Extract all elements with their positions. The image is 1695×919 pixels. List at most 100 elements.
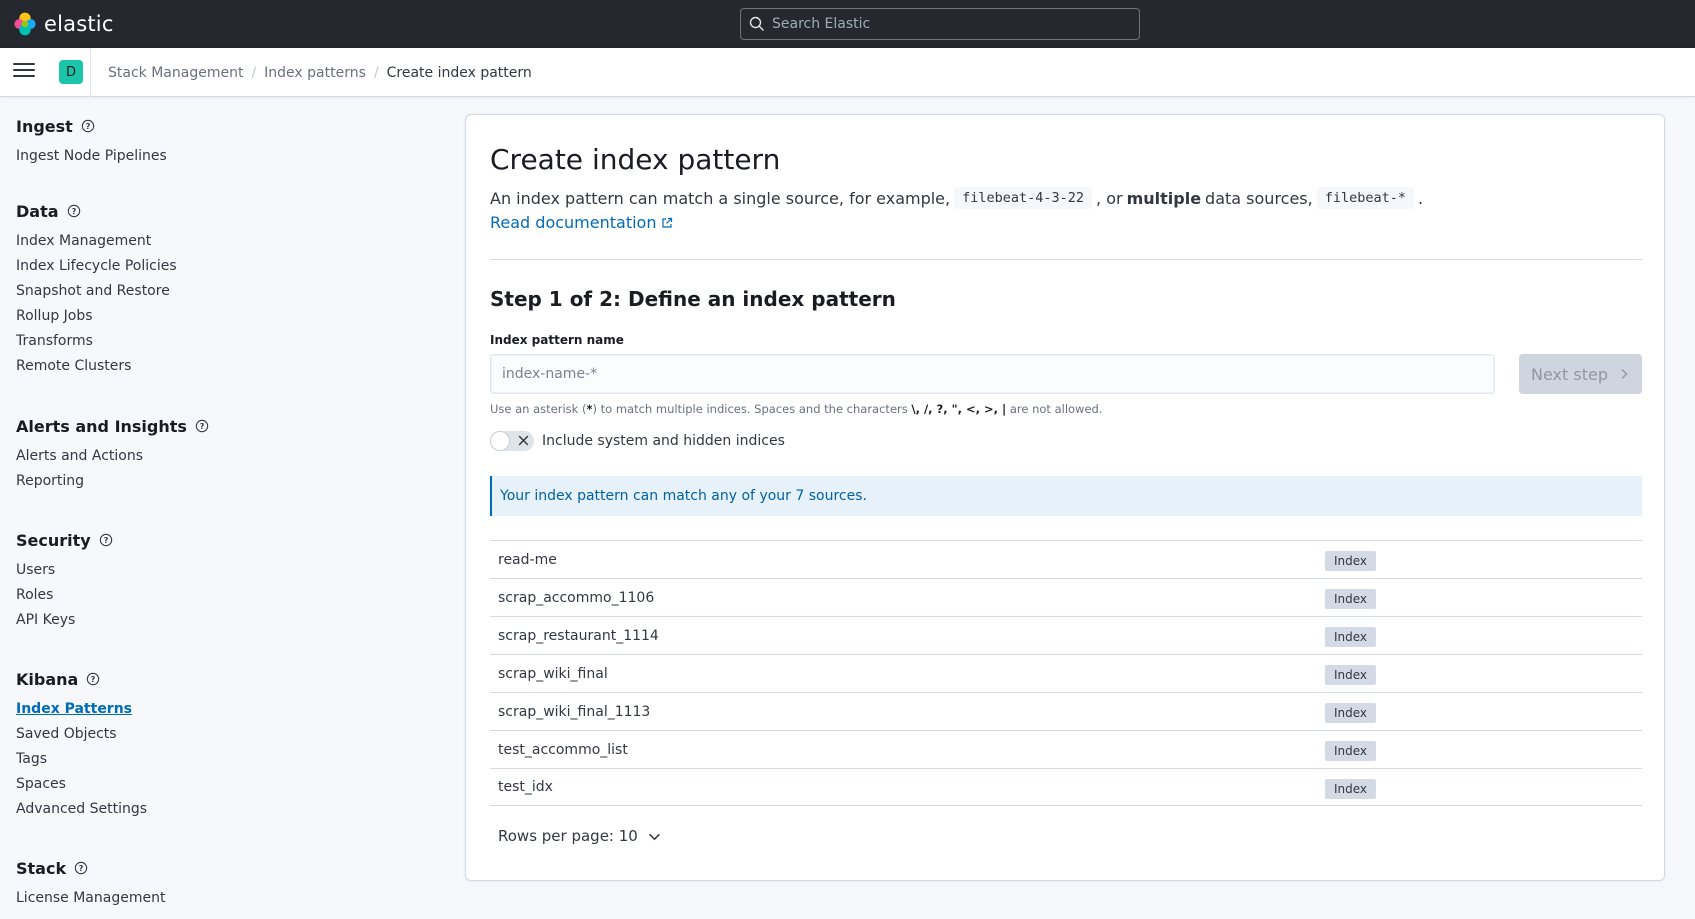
index-badge: Index [1325,627,1377,647]
next-step-button[interactable]: Next step [1519,354,1642,394]
sidebar-item-rollup-jobs[interactable]: Rollup Jobs [16,304,177,329]
nav-group-alerts: Alerts and Insights? Alerts and Actions … [16,415,209,494]
source-name: read-me [498,551,557,568]
global-search[interactable] [740,8,1140,40]
source-name: scrap_accommo_1106 [498,589,655,606]
sidebar-item-advanced-settings[interactable]: Advanced Settings [16,797,147,822]
sidebar-item-transforms[interactable]: Transforms [16,329,177,354]
breadcrumb: Stack Management / Index patterns / Crea… [108,48,532,97]
table-row: test_accommo_list Index [490,730,1642,768]
index-badge: Index [1325,741,1377,761]
toggle-label: Include system and hidden indices [542,433,785,449]
help-icon[interactable]: ? [67,204,81,218]
help-text: ) to match multiple indices. Spaces and … [592,402,908,416]
nav-group-title: Alerts and Insights [16,416,187,436]
help-icon[interactable]: ? [86,672,100,686]
help-text: are not allowed. [1009,402,1103,416]
sidebar-item-snapshot-restore[interactable]: Snapshot and Restore [16,279,177,304]
menu-toggle-icon[interactable] [13,63,35,81]
help-icon[interactable]: ? [81,119,95,133]
table-row: test_idx Index [490,768,1642,806]
sidebar-item-reporting[interactable]: Reporting [16,469,209,494]
sidebar-item-license-management[interactable]: License Management [16,886,165,911]
search-icon [749,16,764,31]
desc-text: , or [1096,188,1123,208]
source-name: scrap_wiki_final_1113 [498,703,651,720]
index-badge: Index [1325,589,1377,609]
desc-text: An index pattern can match a single sour… [490,188,951,208]
top-header: elastic [0,0,1695,48]
doc-link-label: Read documentation [490,213,657,232]
svg-text:?: ? [200,422,205,431]
sidebar-item-api-keys[interactable]: API Keys [16,608,113,633]
sidebar-item-tags[interactable]: Tags [16,747,147,772]
switch-knob [490,431,510,451]
sidebar-item-index-management[interactable]: Index Management [16,229,177,254]
sidebar-item-index-patterns[interactable]: Index Patterns [16,697,147,722]
nav-group-stack: Stack? License Management [16,857,165,911]
nav-group-ingest: Ingest? Ingest Node Pipelines [16,115,167,169]
svg-text:?: ? [71,207,76,216]
breadcrumb-current: Create index pattern [386,64,532,81]
sidebar-item-users[interactable]: Users [16,558,113,583]
source-name: test_idx [498,779,553,795]
cross-icon [518,435,529,446]
divider [90,48,91,97]
svg-text:?: ? [86,122,91,131]
nav-group-data: Data? Index Management Index Lifecycle P… [16,200,177,379]
space-avatar[interactable]: D [59,60,83,84]
sidebar: Ingest? Ingest Node Pipelines Data? Inde… [0,97,440,919]
sidebar-item-roles[interactable]: Roles [16,583,113,608]
desc-text: data sources, [1205,188,1313,208]
chevron-right-icon [1621,369,1628,379]
nav-group-title: Stack [16,858,67,878]
sidebar-item-index-lifecycle-policies[interactable]: Index Lifecycle Policies [16,254,177,279]
source-name: scrap_wiki_final [498,665,608,682]
elastic-logo[interactable]: elastic [12,10,114,38]
next-step-label: Next step [1531,364,1608,384]
example-code: filebeat-4-3-22 [954,187,1093,209]
breadcrumb-index-patterns[interactable]: Index patterns [264,65,366,81]
index-badge: Index [1325,779,1377,799]
rows-per-page-button[interactable]: Rows per page: 10 [498,827,661,845]
create-index-pattern-panel: Create index pattern An index pattern ca… [465,114,1665,881]
breadcrumb-stack-management[interactable]: Stack Management [108,65,243,81]
help-icon[interactable]: ? [195,419,209,433]
help-text: Use an asterisk ( [490,402,587,416]
logo-text: elastic [44,12,114,36]
nav-group-kibana: Kibana? Index Patterns Saved Objects Tag… [16,668,147,822]
index-pattern-name-input[interactable] [490,354,1495,394]
help-icon[interactable]: ? [99,533,113,547]
match-callout: Your index pattern can match any of your… [490,476,1642,516]
external-link-icon [662,217,673,228]
breadcrumb-bar: D Stack Management / Index patterns / Cr… [0,48,1695,97]
include-hidden-indices-switch[interactable] [490,431,534,451]
svg-text:?: ? [91,675,96,684]
sidebar-item-alerts-actions[interactable]: Alerts and Actions [16,444,209,469]
page-description: An index pattern can match a single sour… [490,187,1423,209]
sidebar-item-remote-clusters[interactable]: Remote Clusters [16,354,177,379]
svg-text:?: ? [79,864,84,873]
sidebar-item-spaces[interactable]: Spaces [16,772,147,797]
index-badge: Index [1325,551,1377,571]
table-row: scrap_wiki_final Index [490,654,1642,692]
read-documentation-link[interactable]: Read documentation [490,213,673,232]
help-chars: \, /, ?, ", <, >, | [911,402,1007,416]
svg-text:?: ? [103,536,108,545]
sidebar-item-saved-objects[interactable]: Saved Objects [16,722,147,747]
breadcrumb-separator: / [373,64,379,81]
desc-text: . [1418,188,1424,208]
sidebar-item-ingest-node-pipelines[interactable]: Ingest Node Pipelines [16,144,167,169]
help-icon[interactable]: ? [74,861,88,875]
sources-table: read-me Index scrap_accommo_1106 Index scr… [490,540,1642,806]
chevron-down-icon [648,833,660,840]
index-badge: Index [1325,703,1377,723]
search-input[interactable] [772,16,1132,32]
nav-group-security: Security? Users Roles API Keys [16,529,113,633]
rows-per-page-label: Rows per page: 10 [498,827,638,845]
table-row: read-me Index [490,540,1642,578]
table-row: scrap_restaurant_1114 Index [490,616,1642,654]
index-pattern-name-label: Index pattern name [490,333,624,347]
nav-group-title: Ingest [16,116,73,136]
desc-bold: multiple [1126,188,1202,208]
